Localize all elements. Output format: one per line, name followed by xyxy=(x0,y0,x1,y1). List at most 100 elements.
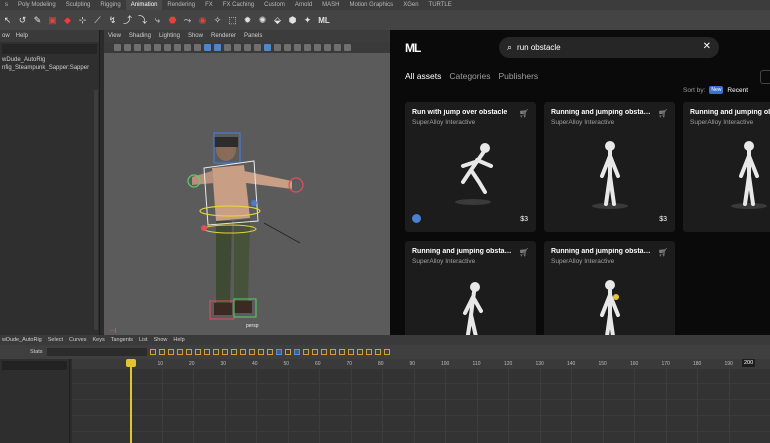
camera-icon[interactable] xyxy=(114,44,121,51)
asset-publisher[interactable]: SuperAlloy Interactive xyxy=(412,119,475,126)
shelf-tab[interactable]: Rigging xyxy=(95,0,125,10)
viewport-panel[interactable]: View Shading Lighting Show Renderer Pane… xyxy=(104,30,390,335)
spline-tangent-icon[interactable] xyxy=(230,349,237,355)
asset-title[interactable]: Running and jumping obstacl... xyxy=(690,109,770,116)
motion-blur-icon[interactable] xyxy=(264,44,271,51)
time-ruler[interactable]: 10 20 30 40 50 60 70 80 90 100 110 120 130 140 150 160 1… xyxy=(72,359,770,369)
film-gate-icon[interactable] xyxy=(164,44,171,51)
graph-filter-field[interactable] xyxy=(2,361,67,370)
outliner-menu-item[interactable]: Help xyxy=(16,30,28,42)
plateau-tangent-icon[interactable] xyxy=(275,349,282,355)
paint-tool-icon[interactable]: ✎ xyxy=(32,15,43,26)
normalize-icon[interactable] xyxy=(338,349,345,355)
outliner-item[interactable]: nfig_Steampunk_Sapper:Sapper xyxy=(0,64,99,72)
graph-menu-item[interactable]: wDude_AutoRig xyxy=(2,335,42,345)
linear-tangent-icon[interactable] xyxy=(248,349,255,355)
retime-icon[interactable] xyxy=(185,349,192,355)
frame-playback-icon[interactable] xyxy=(203,349,210,355)
asset-publisher[interactable]: SuperAlloy Interactive xyxy=(412,258,475,265)
cart-icon[interactable]: 🛒︎ xyxy=(658,248,668,257)
viewport-menu-show[interactable]: Show xyxy=(188,30,203,42)
viewport-scene[interactable]: —| xyxy=(104,53,390,335)
outliner-search-field[interactable] xyxy=(2,44,97,54)
cart-icon[interactable]: 🛒︎ xyxy=(519,248,529,257)
color-management-icon[interactable] xyxy=(314,44,321,51)
search-value[interactable]: run obstacle xyxy=(517,43,561,52)
shelf-tab[interactable]: s xyxy=(0,0,13,10)
shelf-tab[interactable]: Poly Modeling xyxy=(13,0,61,10)
frame-all-icon[interactable] xyxy=(194,349,201,355)
auto-tangent-icon[interactable] xyxy=(221,349,228,355)
camera-attr-icon[interactable] xyxy=(124,44,131,51)
render-view-icon[interactable]: ⬢ xyxy=(287,15,298,26)
asset-card[interactable]: Run with jump over obstacle SuperAlloy In… xyxy=(405,102,536,232)
keyframe-icon[interactable]: ▣ xyxy=(47,15,58,26)
wireframe-icon[interactable] xyxy=(204,44,211,51)
asset-publisher[interactable]: SuperAlloy Interactive xyxy=(551,258,614,265)
asset-preview[interactable] xyxy=(544,269,675,335)
asset-card[interactable]: Running and jumping obstacl... SuperAlloy… xyxy=(683,102,770,232)
xray-icon[interactable] xyxy=(294,44,301,51)
outliner-scrollbar[interactable] xyxy=(94,90,98,330)
graph-menu-item[interactable]: Help xyxy=(173,335,184,345)
shelf-tab[interactable]: Sculpting xyxy=(61,0,96,10)
cart-icon[interactable]: 🛒︎ xyxy=(658,109,668,118)
dope-sheet-icon[interactable]: ✺ xyxy=(257,15,268,26)
shelf-tab[interactable]: Rendering xyxy=(162,0,200,10)
point-constraint-icon[interactable]: ⤵ xyxy=(137,15,148,26)
asset-title[interactable]: Run with jump over obstacle xyxy=(412,109,512,116)
insert-key-icon[interactable] xyxy=(158,349,165,355)
mocap-icon[interactable]: ✦ xyxy=(302,15,313,26)
view-transform-icon[interactable] xyxy=(344,44,351,51)
orient-constraint-icon[interactable]: ⬣ xyxy=(167,15,178,26)
post-infinity-icon[interactable] xyxy=(365,349,372,355)
sort-control[interactable]: Sort by: New Recent xyxy=(683,86,748,94)
graph-menu-item[interactable]: List xyxy=(139,335,148,345)
shelf-tab[interactable]: Arnold xyxy=(290,0,317,10)
ik-handle-icon[interactable]: ⟋ xyxy=(92,15,103,26)
asset-publisher[interactable]: SuperAlloy Interactive xyxy=(690,119,753,126)
step-tangent-icon[interactable] xyxy=(266,349,273,355)
graph-menu-item[interactable]: Show xyxy=(154,335,168,345)
break-tangent-icon[interactable] xyxy=(284,349,291,355)
asset-card[interactable]: Running and jumping obstacl... SuperAlloy… xyxy=(544,241,675,335)
trax-icon[interactable]: ⬚ xyxy=(227,15,238,26)
graph-menu-item[interactable]: Curves xyxy=(69,335,86,345)
tab-categories[interactable]: Categories xyxy=(449,71,490,81)
graph-menu-item[interactable]: Select xyxy=(48,335,63,345)
asset-preview[interactable] xyxy=(405,130,536,210)
shelf-tab[interactable]: Animation xyxy=(125,0,163,10)
viewport-menu-lighting[interactable]: Lighting xyxy=(159,30,180,42)
lock-weight-icon[interactable] xyxy=(311,349,318,355)
shelf-tab[interactable]: TURTLE xyxy=(424,0,457,10)
shadows-icon[interactable] xyxy=(244,44,251,51)
sort-value[interactable]: Recent xyxy=(727,87,748,94)
image-plane-icon[interactable] xyxy=(144,44,151,51)
playblast-icon[interactable]: ✧ xyxy=(212,15,223,26)
time-editor-icon[interactable]: ✹ xyxy=(242,15,253,26)
textured-icon[interactable] xyxy=(224,44,231,51)
region-icon[interactable] xyxy=(176,349,183,355)
flat-tangent-icon[interactable] xyxy=(257,349,264,355)
motion-library-shelf-icon[interactable]: ML xyxy=(317,15,331,26)
joint-tool-icon[interactable]: ⊹ xyxy=(77,15,88,26)
antialias-icon[interactable] xyxy=(274,44,281,51)
asset-preview[interactable] xyxy=(683,130,770,210)
lasso-tool-icon[interactable]: ↺ xyxy=(17,15,28,26)
shelf-tab[interactable]: FX xyxy=(200,0,218,10)
pre-infinity-icon[interactable] xyxy=(356,349,363,355)
clamped-tangent-icon[interactable] xyxy=(239,349,246,355)
graph-menu-item[interactable]: Tangents xyxy=(111,335,133,345)
shelf-tab[interactable]: Motion Graphics xyxy=(345,0,399,10)
asset-search-input[interactable]: ⌕ run obstacle ✕ xyxy=(499,37,719,58)
grid-icon[interactable] xyxy=(154,44,161,51)
outliner-menu-item[interactable]: ow xyxy=(2,30,10,42)
ghost-icon[interactable]: ◉ xyxy=(197,15,208,26)
set-key-icon[interactable]: ◆ xyxy=(62,15,73,26)
swap-buffer-icon[interactable] xyxy=(329,349,336,355)
shelf-tab[interactable]: FX Caching xyxy=(218,0,259,10)
outliner-item[interactable]: wDude_AutoRig xyxy=(0,56,99,64)
field-chart-icon[interactable] xyxy=(194,44,201,51)
exposure-icon[interactable] xyxy=(324,44,331,51)
tab-all-assets[interactable]: All assets xyxy=(405,71,441,81)
